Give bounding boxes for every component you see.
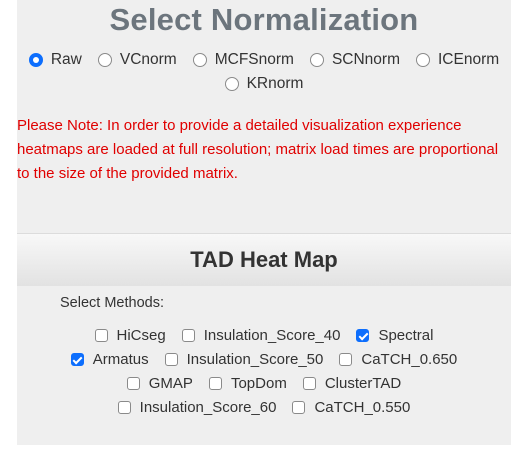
radio-icenorm-label: ICEnorm [438, 51, 500, 68]
methods-row-1: HiCseg Insulation_Score_40 Spectral [17, 327, 511, 344]
method-clustertad-checkbox[interactable] [302, 377, 316, 390]
method-spectral[interactable]: Spectral [356, 327, 433, 344]
radio-scnnorm-label: SCNnorm [331, 51, 400, 68]
method-insulation-score-40-checkbox[interactable] [181, 329, 195, 342]
method-gmap-label: GMAP [148, 375, 193, 392]
method-catch-0650-checkbox[interactable] [339, 353, 353, 366]
method-insulation-score-60-checkbox[interactable] [117, 401, 131, 414]
method-spectral-label: Spectral [378, 327, 434, 344]
method-insulation-score-40[interactable]: Insulation_Score_40 [181, 327, 341, 344]
method-armatus-label: Armatus [92, 351, 149, 368]
method-insulation-score-40-label: Insulation_Score_40 [203, 327, 341, 344]
method-clustertad-label: ClusterTAD [324, 375, 402, 392]
radio-krnorm[interactable]: KRnorm [224, 75, 304, 93]
radio-mcfsnorm[interactable]: MCFSnorm [192, 51, 294, 69]
radio-raw-label: Raw [50, 51, 82, 68]
radio-raw[interactable]: Raw [28, 51, 82, 69]
radio-vcnorm-label: VCnorm [119, 51, 177, 68]
method-insulation-score-50-checkbox[interactable] [164, 353, 178, 366]
radio-mcfsnorm-circle[interactable] [192, 53, 207, 67]
method-insulation-score-50-label: Insulation_Score_50 [186, 351, 324, 368]
method-insulation-score-60-label: Insulation_Score_60 [139, 399, 277, 416]
methods-label: Select Methods: [60, 295, 164, 311]
method-catch-0650-label: CaTCH_0.650 [361, 351, 458, 368]
radio-raw-circle[interactable] [28, 53, 43, 67]
method-gmap[interactable]: GMAP [126, 375, 193, 392]
methods-row-4: Insulation_Score_60 CaTCH_0.550 [17, 399, 511, 416]
method-hicseg-checkbox[interactable] [94, 329, 108, 342]
methods-row-2: Armatus Insulation_Score_50 CaTCH_0.650 [17, 351, 511, 368]
method-hicseg-label: HiCseg [116, 327, 166, 344]
radio-icenorm[interactable]: ICEnorm [416, 51, 499, 69]
method-gmap-checkbox[interactable] [126, 377, 140, 390]
method-clustertad[interactable]: ClusterTAD [302, 375, 402, 392]
normalization-radio-row-1: Raw VCnorm MCFSnorm SCNnorm ICEnorm [17, 51, 511, 69]
methods-row-3: GMAP TopDom ClusterTAD [17, 375, 511, 392]
normalization-title: Select Normalization [109, 2, 419, 37]
radio-vcnorm[interactable]: VCnorm [97, 51, 177, 69]
method-topdom-checkbox[interactable] [208, 377, 222, 390]
normalization-panel: Select Normalization Raw VCnorm MCFSnorm… [17, 0, 511, 445]
method-armatus[interactable]: Armatus [70, 351, 149, 368]
method-hicseg[interactable]: HiCseg [94, 327, 166, 344]
method-catch-0550[interactable]: CaTCH_0.550 [292, 399, 410, 416]
method-insulation-score-50[interactable]: Insulation_Score_50 [164, 351, 324, 368]
radio-vcnorm-circle[interactable] [97, 53, 112, 67]
method-topdom-label: TopDom [230, 375, 287, 392]
radio-mcfsnorm-label: MCFSnorm [214, 51, 294, 68]
load-time-note: Please Note: In order to provide a detai… [17, 117, 499, 182]
method-catch-0650[interactable]: CaTCH_0.650 [339, 351, 457, 368]
method-armatus-checkbox[interactable] [70, 353, 84, 366]
method-catch-0550-checkbox[interactable] [292, 401, 306, 414]
radio-krnorm-circle[interactable] [224, 77, 239, 91]
method-spectral-checkbox[interactable] [356, 329, 370, 342]
radio-krnorm-label: KRnorm [246, 75, 304, 92]
heatmap-title: TAD Heat Map [17, 233, 511, 286]
method-catch-0550-label: CaTCH_0.550 [314, 399, 411, 416]
method-topdom[interactable]: TopDom [208, 375, 287, 392]
radio-scnnorm-circle[interactable] [309, 53, 324, 67]
method-insulation-score-60[interactable]: Insulation_Score_60 [117, 399, 277, 416]
normalization-radio-row-2: KRnorm [17, 75, 511, 93]
radio-scnnorm[interactable]: SCNnorm [309, 51, 400, 69]
radio-icenorm-circle[interactable] [416, 53, 430, 67]
